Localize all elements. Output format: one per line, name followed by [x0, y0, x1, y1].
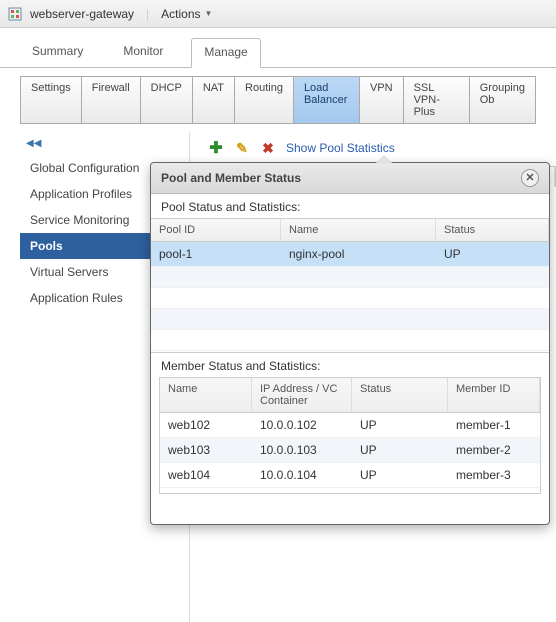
member-section-label: Member Status and Statistics:	[151, 353, 549, 377]
member-cell-status: UP	[352, 413, 448, 437]
pool-grid: Pool ID Name Status pool-1nginx-poolUP	[151, 218, 549, 353]
delete-icon[interactable]: ✖	[260, 140, 276, 156]
member-cell-ip: 10.0.0.102	[252, 413, 352, 437]
member-cell-status: UP	[352, 463, 448, 487]
sub-tab-firewall[interactable]: Firewall	[81, 76, 140, 124]
member-header-mid: Member ID	[448, 378, 540, 412]
actions-label: Actions	[161, 7, 200, 21]
pool-header-status: Status	[436, 219, 549, 241]
sub-tab-dhcp[interactable]: DHCP	[140, 76, 192, 124]
sub-tab-ssl-vpn-plus[interactable]: SSL VPN-Plus	[403, 76, 469, 124]
gateway-title: webserver-gateway	[30, 7, 134, 21]
actions-dropdown[interactable]: Actions ▼	[161, 7, 212, 21]
empty-row	[151, 288, 549, 309]
close-icon[interactable]: ✕	[521, 169, 539, 187]
pool-cell-name: nginx-pool	[281, 242, 436, 266]
modal-arrow-icon	[376, 155, 392, 163]
title-separator: |	[146, 7, 149, 21]
pool-row[interactable]: pool-1nginx-poolUP	[151, 242, 549, 267]
sub-tabs: SettingsFirewallDHCPNATRoutingLoad Balan…	[0, 68, 556, 124]
collapse-sidebar-button[interactable]: ◀◀	[20, 136, 189, 155]
sub-tab-vpn[interactable]: VPN	[359, 76, 403, 124]
member-cell-mid: member-3	[448, 463, 540, 487]
modal-header: Pool and Member Status ✕	[151, 163, 549, 194]
member-cell-mid: member-1	[448, 413, 540, 437]
member-header-name: Name	[160, 378, 252, 412]
empty-row	[151, 330, 549, 351]
member-cell-name: web102	[160, 413, 252, 437]
pool-header-id: Pool ID	[151, 219, 281, 241]
edge-icon	[8, 7, 22, 21]
sub-tab-grouping-ob[interactable]: Grouping Ob	[469, 76, 536, 124]
caret-down-icon: ▼	[205, 9, 213, 18]
window-titlebar: webserver-gateway | Actions ▼	[0, 0, 556, 28]
edit-icon[interactable]: ✎	[234, 140, 250, 156]
member-header-status: Status	[352, 378, 448, 412]
sub-tab-settings[interactable]: Settings	[20, 76, 81, 124]
pool-member-status-modal: Pool and Member Status ✕ Pool Status and…	[150, 162, 550, 525]
empty-row	[151, 267, 549, 288]
sub-tab-load-balancer[interactable]: Load Balancer	[293, 76, 359, 124]
pool-header-name: Name	[281, 219, 436, 241]
member-header-ip: IP Address / VC Container	[252, 378, 352, 412]
member-row[interactable]: web10210.0.0.102UPmember-1	[160, 413, 540, 438]
empty-row	[151, 309, 549, 330]
main-tab-monitor[interactable]: Monitor	[111, 38, 175, 67]
member-cell-status: UP	[352, 438, 448, 462]
member-cell-ip: 10.0.0.104	[252, 463, 352, 487]
sub-tab-routing[interactable]: Routing	[234, 76, 293, 124]
main-tab-manage[interactable]: Manage	[191, 38, 260, 68]
show-pool-statistics-link[interactable]: Show Pool Statistics	[286, 141, 395, 155]
member-cell-name: web104	[160, 463, 252, 487]
pool-section-label: Pool Status and Statistics:	[151, 194, 549, 218]
sub-tab-nat[interactable]: NAT	[192, 76, 234, 124]
member-row[interactable]: web10410.0.0.104UPmember-3	[160, 463, 540, 488]
member-cell-name: web103	[160, 438, 252, 462]
modal-title: Pool and Member Status	[161, 171, 301, 185]
member-cell-mid: member-2	[448, 438, 540, 462]
member-grid: Name IP Address / VC Container Status Me…	[159, 377, 541, 494]
pool-cell-status: UP	[436, 242, 549, 266]
member-row[interactable]: web10310.0.0.103UPmember-2	[160, 438, 540, 463]
member-cell-ip: 10.0.0.103	[252, 438, 352, 462]
pool-cell-id: pool-1	[151, 242, 281, 266]
main-tab-summary[interactable]: Summary	[20, 38, 95, 67]
main-tabs: Summary Monitor Manage	[0, 28, 556, 68]
add-icon[interactable]: ✚	[208, 140, 224, 156]
